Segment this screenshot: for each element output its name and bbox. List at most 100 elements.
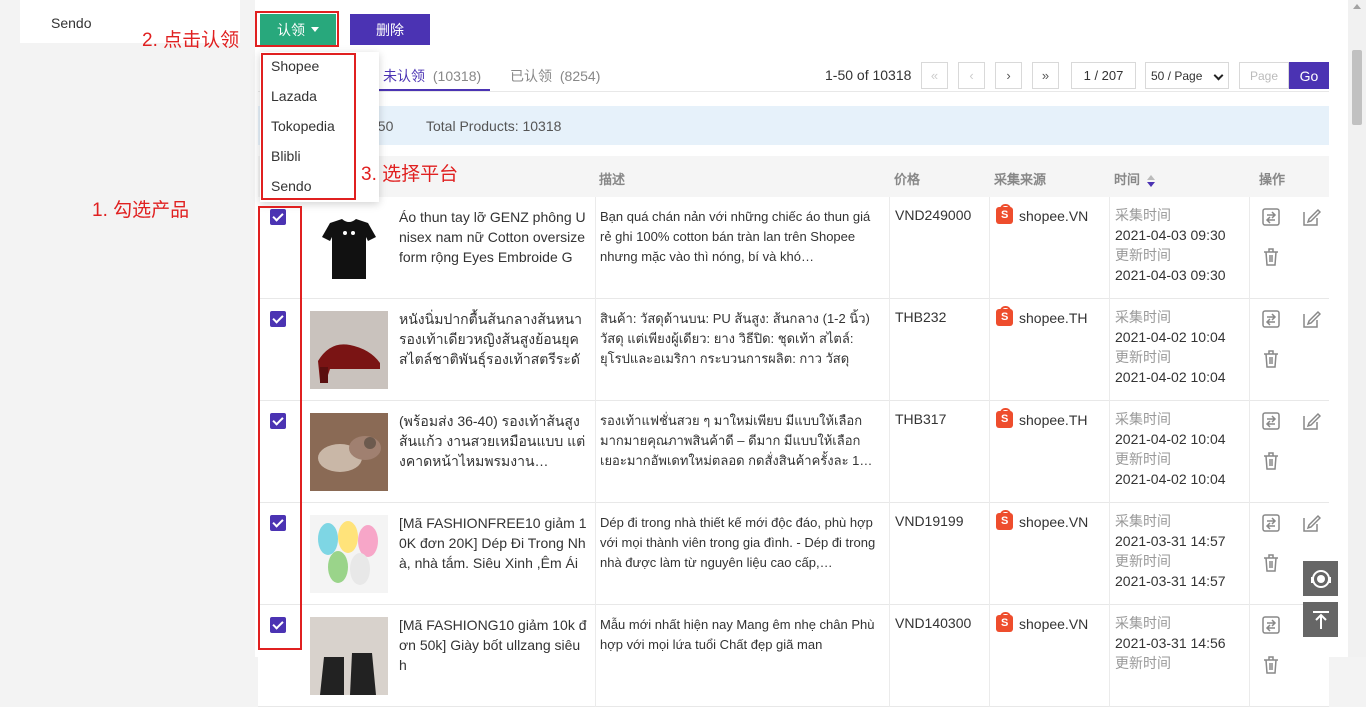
column-divider — [889, 605, 890, 707]
column-divider — [989, 503, 990, 605]
total-products: Total Products: 10318 — [426, 118, 562, 134]
product-source[interactable]: shopee.VN — [996, 612, 1089, 632]
header-ops: 操作 — [1259, 172, 1286, 187]
product-title[interactable]: [Mã FASHIONG10 giảm 10k đơn 50k] Giày bố… — [399, 615, 589, 675]
prev-page-button[interactable]: ‹ — [958, 62, 985, 89]
product-times: 采集时间 2021-04-02 10:04 更新时间 2021-04-02 10… — [1115, 307, 1226, 387]
claim-transfer-icon[interactable] — [1261, 411, 1281, 431]
collect-time: 2021-04-02 10:04 — [1115, 431, 1226, 447]
column-divider — [989, 299, 990, 401]
edit-icon[interactable] — [1301, 411, 1321, 431]
collect-time: 2021-04-03 09:30 — [1115, 227, 1226, 243]
product-image — [310, 617, 388, 695]
annotation-step1: 1. 勾选产品 — [92, 200, 190, 221]
product-source[interactable]: shopee.TH — [996, 306, 1087, 326]
tab-claimed[interactable]: 已认领 (8254) — [510, 66, 600, 86]
product-price: VND249000 — [895, 207, 972, 223]
product-times: 采集时间 2021-03-31 14:57 更新时间 2021-03-31 14… — [1115, 511, 1226, 591]
shopee-icon — [996, 510, 1013, 530]
product-desc: รองเท้าแฟชั่นสวย ๆ มาใหม่เพียบ มีแบบให้เ… — [600, 413, 873, 468]
row-actions — [1259, 207, 1329, 277]
claim-transfer-icon[interactable] — [1261, 309, 1281, 329]
row-actions — [1259, 309, 1329, 379]
table-row: หนังนิ่มปากตื้นส้นกลางส้นหนา รองเท้าเดีย… — [258, 299, 1329, 401]
tab-label: 未认领 — [383, 68, 425, 84]
go-button[interactable]: Go — [1289, 62, 1329, 89]
update-time: 2021-03-31 14:57 — [1115, 573, 1226, 589]
edit-icon[interactable] — [1301, 207, 1321, 227]
update-time-label: 更新时间 — [1115, 451, 1171, 467]
collect-time-label: 采集时间 — [1115, 309, 1171, 325]
collect-time-label: 采集时间 — [1115, 411, 1171, 427]
column-divider — [989, 401, 990, 503]
product-image — [310, 311, 388, 389]
next-page-button[interactable]: › — [995, 62, 1022, 89]
first-page-button[interactable]: « — [921, 62, 948, 89]
sidebar-item-sendo[interactable]: Sendo — [51, 15, 91, 31]
product-title[interactable]: หนังนิ่มปากตื้นส้นกลางส้นหนา รองเท้าเดีย… — [399, 309, 589, 369]
trash-icon[interactable] — [1261, 451, 1281, 471]
table-row: (พร้อมส่ง 36-40) รองเท้าส้นสูง ส้นแก้ว ง… — [258, 401, 1329, 503]
source-label: shopee.VN — [1019, 615, 1089, 632]
column-divider — [889, 503, 890, 605]
column-divider — [1249, 401, 1250, 503]
source-label: shopee.VN — [1019, 207, 1089, 224]
last-page-button[interactable]: » — [1032, 62, 1059, 89]
page-scrollbar[interactable] — [1348, 0, 1366, 657]
column-divider — [595, 503, 596, 605]
tab-label: 已认领 — [510, 68, 552, 84]
header-desc: 描述 — [599, 172, 626, 187]
page-size-select[interactable]: 50 / Page — [1145, 62, 1229, 89]
product-title[interactable]: Áo thun tay lỡ GENZ phông Unisex nam nữ … — [399, 207, 589, 267]
scrollbar-thumb[interactable] — [1352, 50, 1362, 125]
column-divider — [595, 197, 596, 299]
row-actions — [1259, 411, 1329, 481]
header-time[interactable]: 时间 — [1114, 169, 1155, 188]
column-divider — [595, 299, 596, 401]
scroll-up-arrow-icon[interactable] — [1353, 4, 1361, 9]
trash-icon[interactable] — [1261, 553, 1281, 573]
product-desc: Mẫu mới nhất hiện nay Mang êm nhẹ chân P… — [600, 617, 875, 652]
trash-icon[interactable] — [1261, 655, 1281, 675]
collect-time-label: 采集时间 — [1115, 615, 1171, 631]
tab-unclaimed[interactable]: 未认领 (10318) — [383, 66, 481, 86]
claim-transfer-icon[interactable] — [1261, 207, 1281, 227]
shopee-icon — [996, 408, 1013, 428]
chevron-down-icon — [1213, 70, 1224, 81]
trash-icon[interactable] — [1261, 247, 1281, 267]
column-divider — [1109, 299, 1110, 401]
update-time-label: 更新时间 — [1115, 247, 1171, 263]
product-title[interactable]: (พร้อมส่ง 36-40) รองเท้าส้นสูง ส้นแก้ว ง… — [399, 411, 589, 471]
column-divider — [1249, 197, 1250, 299]
claim-transfer-icon[interactable] — [1261, 615, 1281, 635]
product-title[interactable]: [Mã FASHIONFREE10 giảm 10K đơn 20K] Dép … — [399, 513, 589, 573]
product-source[interactable]: shopee.TH — [996, 408, 1087, 428]
sort-icon[interactable] — [1146, 174, 1155, 187]
update-time: 2021-04-02 10:04 — [1115, 471, 1226, 487]
edit-icon[interactable] — [1301, 309, 1321, 329]
table-row: Áo thun tay lỡ GENZ phông Unisex nam nữ … — [258, 197, 1329, 299]
trash-icon[interactable] — [1261, 349, 1281, 369]
current-page-indicator: 1 / 207 — [1071, 62, 1136, 89]
shopee-icon — [996, 612, 1013, 632]
collect-time: 2021-04-02 10:04 — [1115, 329, 1226, 345]
header-source: 采集来源 — [994, 172, 1047, 187]
product-image — [310, 209, 388, 287]
claim-transfer-icon[interactable] — [1261, 513, 1281, 533]
page-jump-input[interactable]: Page — [1239, 62, 1289, 89]
annotation-step3: 3. 选择平台 — [361, 164, 459, 185]
annotation-box-platforms — [261, 53, 356, 200]
header-time-label: 时间 — [1114, 172, 1141, 187]
column-divider — [1109, 503, 1110, 605]
product-source[interactable]: shopee.VN — [996, 510, 1088, 530]
update-time-label: 更新时间 — [1115, 349, 1171, 365]
product-source[interactable]: shopee.VN — [996, 204, 1089, 224]
product-times: 采集时间 2021-04-02 10:04 更新时间 2021-04-02 10… — [1115, 409, 1226, 489]
delete-button[interactable]: 删除 — [350, 14, 430, 45]
customer-service-button[interactable] — [1303, 561, 1338, 596]
product-desc: Dép đi trong nhà thiết kế mới độc đáo, p… — [600, 515, 876, 570]
product-price: THB317 — [895, 411, 947, 427]
product-price: VND140300 — [895, 615, 972, 631]
back-to-top-button[interactable] — [1303, 602, 1338, 637]
edit-icon[interactable] — [1301, 513, 1321, 533]
